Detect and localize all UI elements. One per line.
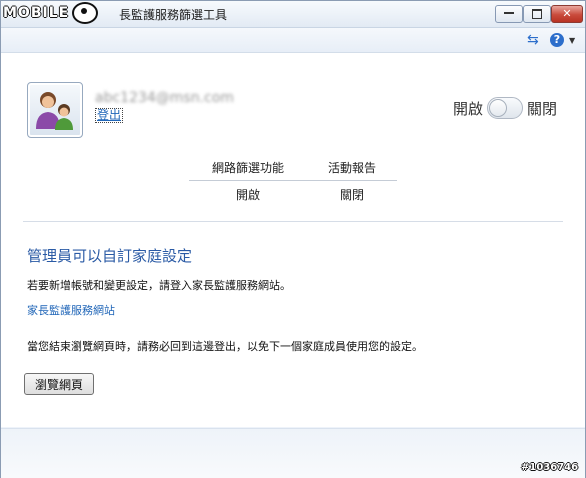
minimize-icon — [504, 12, 514, 14]
toggle-off-label: 關閉 — [527, 99, 558, 118]
filter-toggle-group: 開啟 關閉 — [453, 96, 557, 120]
minimize-button[interactable] — [495, 5, 523, 23]
sync-icon[interactable]: ⇆ — [527, 32, 539, 48]
logout-notice: 當您結束瀏覽網頁時，請務必回到這邊登出，以免下一個家庭成員使用您的設定。 — [27, 340, 423, 353]
window-title: 長監護服務篩選工具 — [119, 8, 228, 22]
mobile01-logo: MOBILE — [3, 2, 99, 24]
status-header-activity-report: 活動報告 — [327, 161, 376, 175]
maximize-icon — [532, 9, 542, 19]
status-header-web-filter: 網路篩選功能 — [211, 161, 284, 175]
maximize-button[interactable] — [523, 5, 551, 23]
toggle-on-label: 開啟 — [453, 99, 484, 118]
user-name: abc1234@msn.com — [95, 90, 234, 106]
family-icon — [36, 92, 73, 130]
close-button[interactable]: ✕ — [551, 5, 583, 23]
title-bar: MOBILE 長監護服務篩選工具 ✕ — [1, 1, 585, 28]
logo-text: MOBILE — [3, 5, 70, 21]
close-icon: ✕ — [562, 7, 572, 20]
watermark: #1036746 — [521, 462, 579, 473]
application-window: MOBILE 長監護服務篩選工具 ✕ ⇆ ? ▼ abc1234@msn.com… — [0, 0, 586, 478]
logout-link[interactable]: 登出 — [95, 108, 124, 123]
status-value-web-filter: 開啟 — [235, 188, 260, 202]
parental-website-link[interactable]: 家長監護服務網站 — [27, 302, 115, 318]
section-divider — [23, 221, 563, 222]
filter-toggle-switch[interactable] — [487, 97, 524, 119]
admin-section-title: 管理員可以自訂家庭設定 — [27, 247, 193, 265]
toggle-knob — [489, 99, 508, 117]
browse-web-button[interactable]: 瀏覽網頁 — [24, 373, 94, 395]
footer-bar — [1, 428, 585, 478]
status-divider — [189, 180, 397, 181]
status-value-activity-report: 關閉 — [339, 188, 364, 202]
logo-eye-icon — [72, 2, 99, 24]
help-icon[interactable]: ? — [550, 33, 564, 47]
toolbar: ⇆ ? ▼ — [1, 28, 585, 53]
chevron-down-icon[interactable]: ▼ — [569, 33, 575, 49]
admin-description: 若要新增帳號和變更設定，請登入家長監護服務網站。 — [27, 279, 291, 292]
user-avatar — [27, 82, 83, 138]
main-content: abc1234@msn.com 登出 開啟 關閉 網路篩選功能 活動報告 開啟 … — [1, 53, 585, 427]
